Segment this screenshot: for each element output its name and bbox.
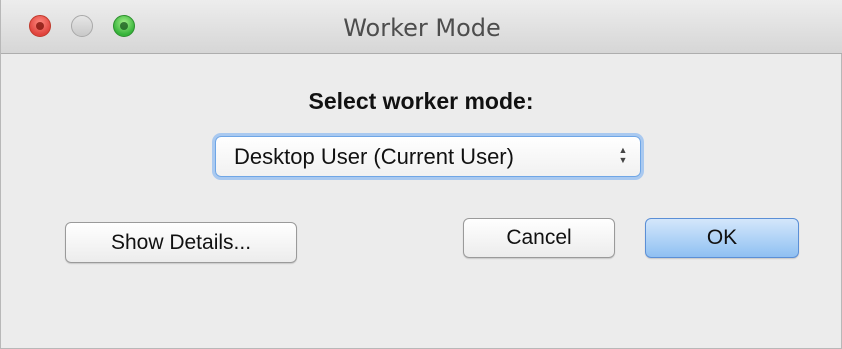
worker-mode-window: Worker Mode Select worker mode: Desktop …: [0, 0, 842, 349]
select-mode-heading: Select worker mode:: [308, 88, 534, 114]
ok-button[interactable]: OK: [645, 218, 799, 258]
updown-arrows-icon: ▲ ▼: [618, 145, 628, 165]
show-details-button[interactable]: Show Details...: [65, 222, 297, 263]
cancel-button[interactable]: Cancel: [463, 218, 615, 258]
window-title: Worker Mode: [343, 14, 501, 42]
worker-mode-select[interactable]: Desktop User (Current User) ▲ ▼: [215, 136, 641, 177]
worker-mode-selected-value: Desktop User (Current User): [234, 144, 514, 169]
title-bar[interactable]: Worker Mode: [1, 0, 842, 54]
